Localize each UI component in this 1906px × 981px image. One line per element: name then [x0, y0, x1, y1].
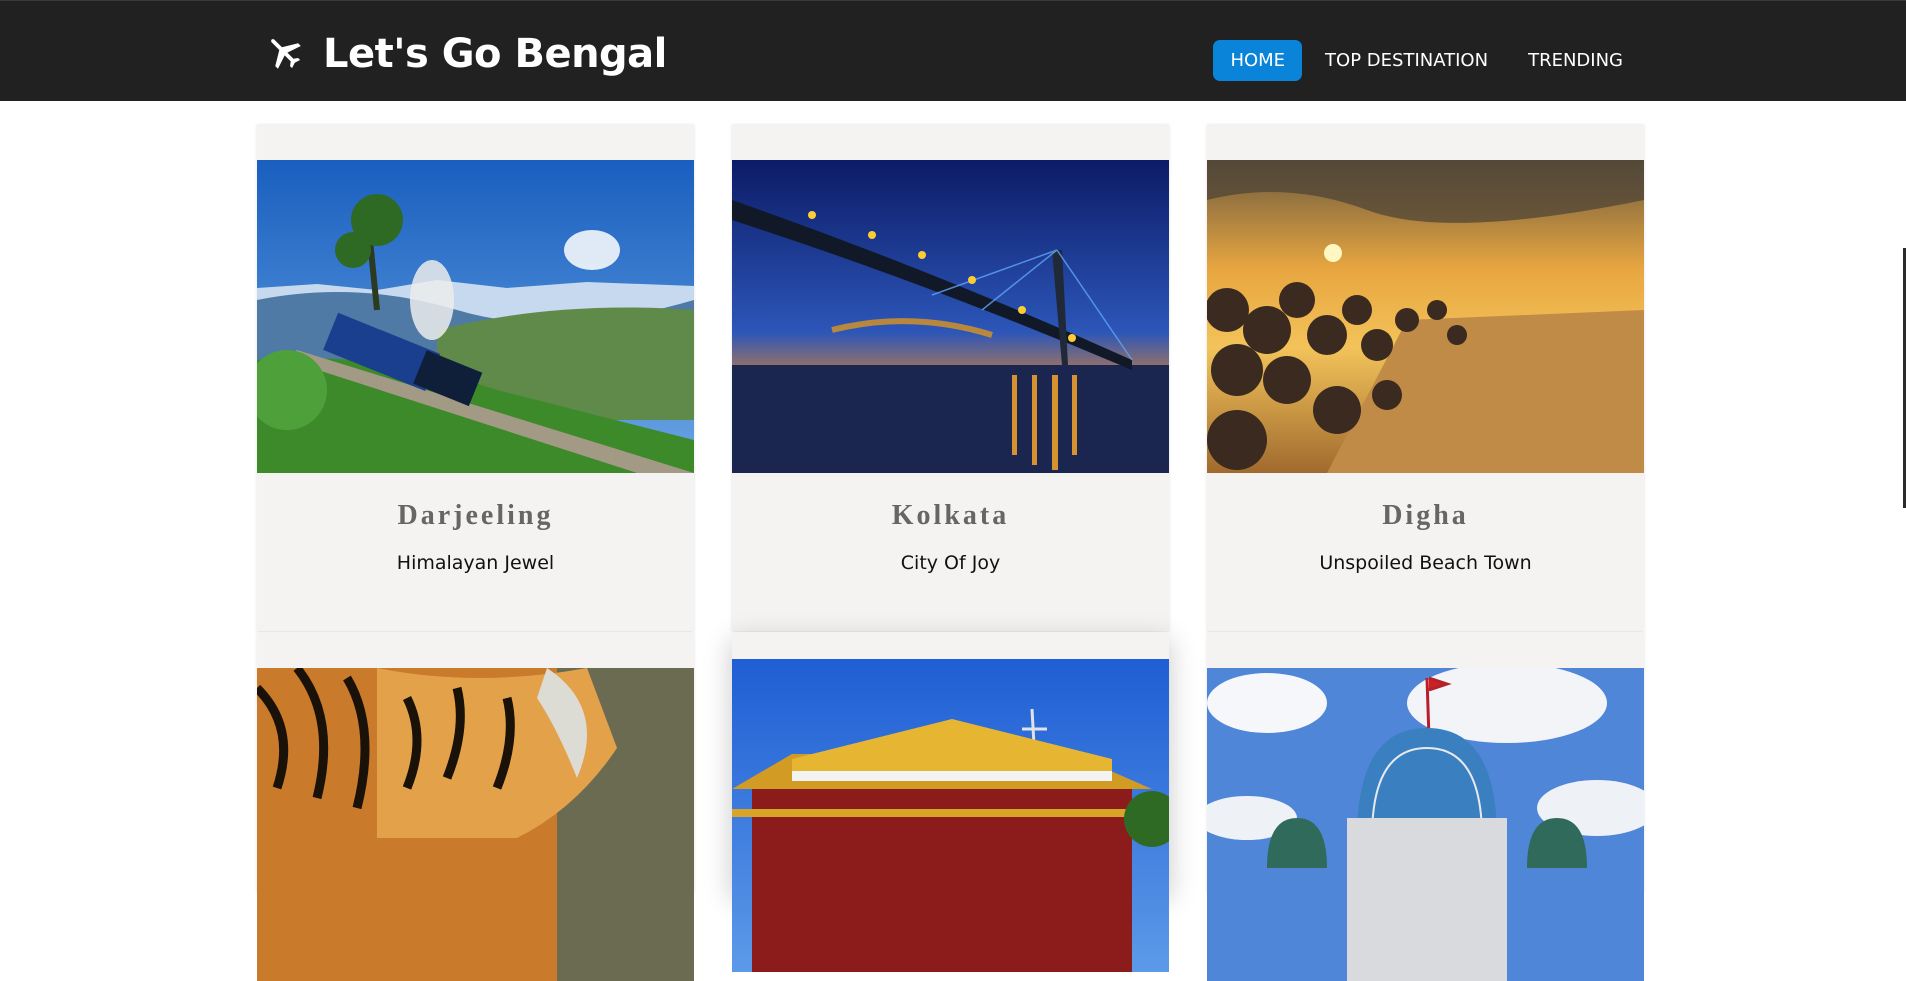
beach-sunset-photo: [1207, 160, 1644, 473]
nav-home[interactable]: HOME: [1213, 40, 1303, 81]
card-subtitle: Unspoiled Beach Town: [1319, 552, 1532, 574]
brand-title: Let's Go Bengal: [323, 31, 667, 77]
destination-card-kolkata[interactable]: Kolkata City Of Joy: [732, 124, 1169, 631]
nav-top-destination[interactable]: TOP DESTINATION: [1308, 40, 1505, 81]
nav-trending[interactable]: TRENDING: [1511, 40, 1640, 81]
airplane-icon: [265, 33, 303, 76]
destination-card-5[interactable]: [732, 632, 1169, 972]
card-title: Digha: [1382, 500, 1469, 531]
monastery-photo: [732, 659, 1169, 972]
card-subtitle: City Of Joy: [900, 552, 1001, 574]
destination-card-darjeeling[interactable]: Darjeeling Himalayan Jewel: [257, 124, 694, 631]
brand[interactable]: Let's Go Bengal: [265, 31, 667, 77]
main-nav: HOME TOP DESTINATION TRENDING: [1213, 40, 1640, 81]
card-title: Darjeeling: [397, 500, 554, 531]
temple-dome-photo: [1207, 668, 1644, 981]
tiger-photo: [257, 668, 694, 981]
card-title: Kolkata: [891, 500, 1010, 531]
destination-card-4[interactable]: [257, 632, 694, 981]
top-navbar: Let's Go Bengal HOME TOP DESTINATION TRE…: [0, 0, 1906, 101]
toy-train-mountain-photo: [257, 160, 694, 473]
bridge-at-night-photo: [732, 160, 1169, 473]
card-subtitle: Himalayan Jewel: [396, 552, 555, 574]
destination-card-digha[interactable]: Digha Unspoiled Beach Town: [1207, 124, 1644, 631]
destination-card-6[interactable]: [1207, 632, 1644, 981]
